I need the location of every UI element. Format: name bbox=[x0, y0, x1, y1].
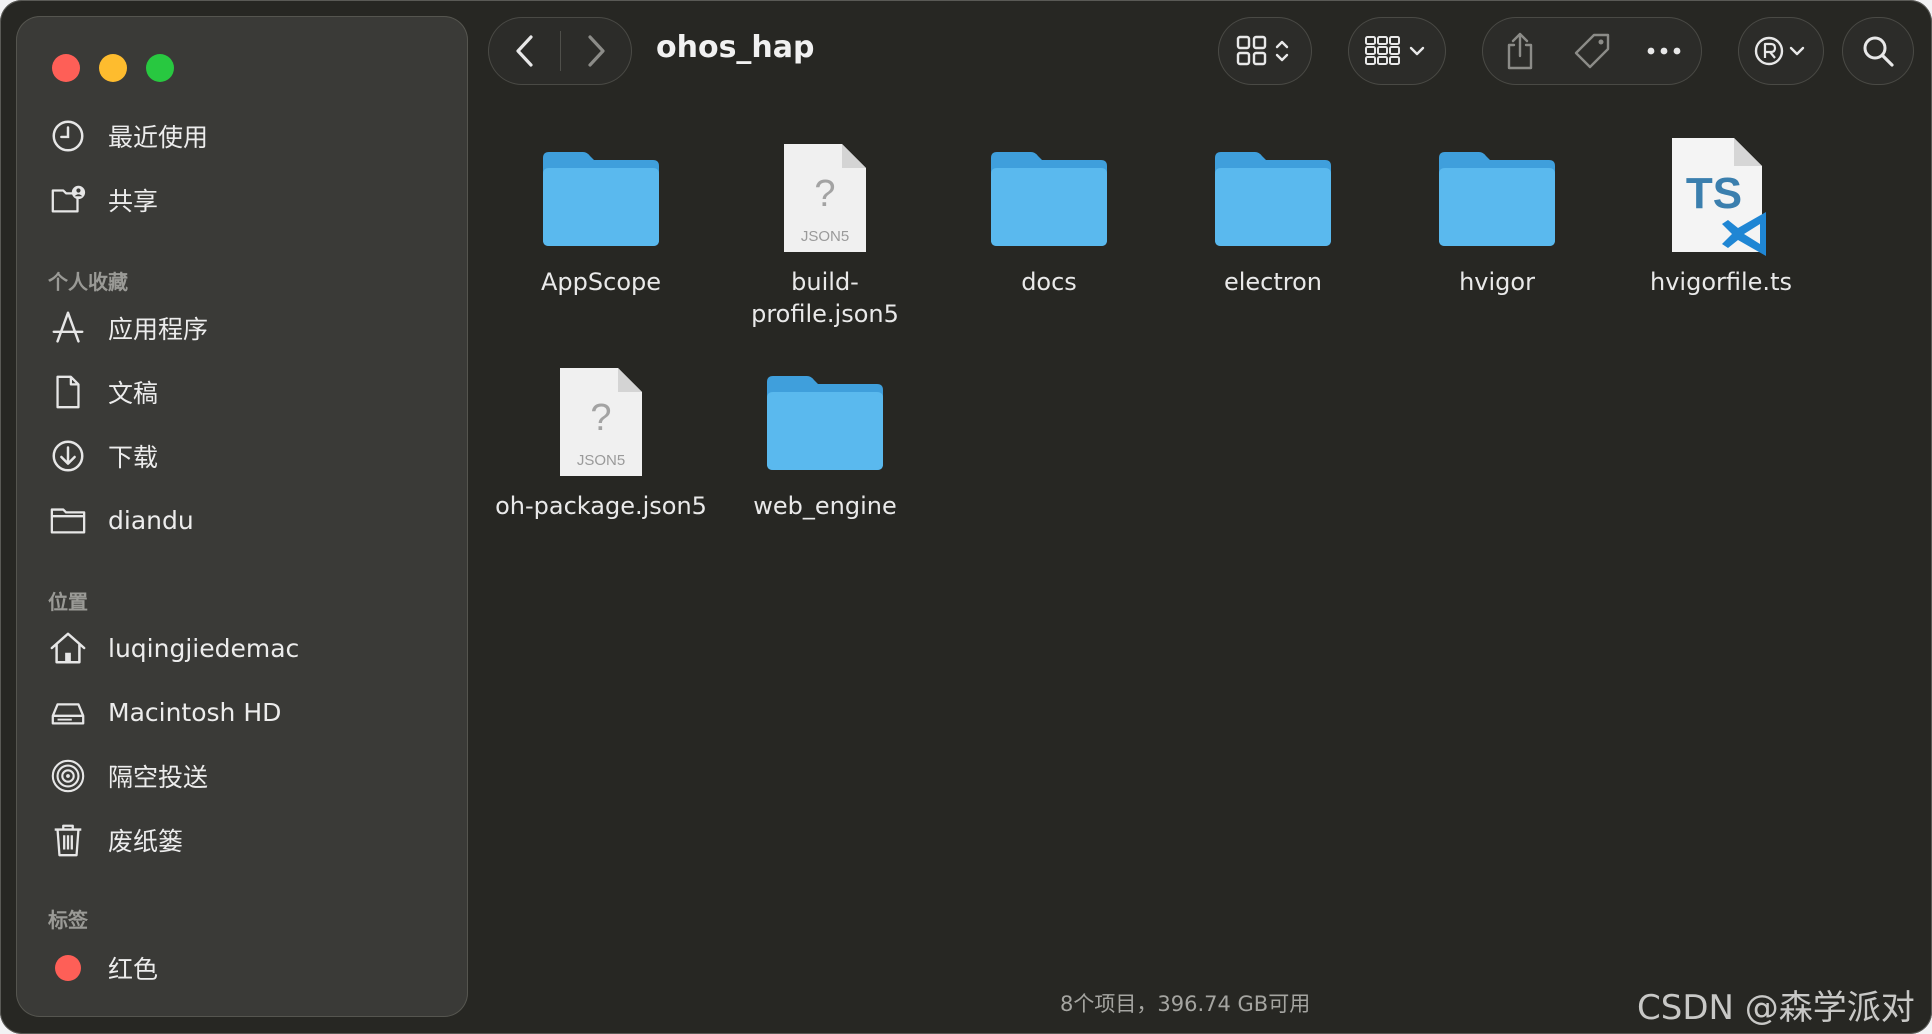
file-name: AppScope bbox=[541, 268, 661, 296]
folder-icon bbox=[767, 376, 883, 470]
sidebar-item-diandu[interactable]: diandu bbox=[46, 496, 446, 544]
file-item-hvigorfile[interactable]: TS hvigorfile.ts bbox=[1611, 138, 1831, 298]
ellipsis-icon bbox=[1647, 47, 1681, 55]
clock-icon bbox=[46, 114, 90, 158]
folder-icon bbox=[1439, 152, 1555, 246]
file-name: hvigor bbox=[1459, 268, 1535, 296]
file-item-electron[interactable]: electron bbox=[1163, 138, 1383, 298]
navigation-group bbox=[488, 17, 632, 85]
share-icon bbox=[1507, 32, 1533, 70]
finder-window: 最近使用 共享 个人收藏 应用程序 文稿 下载 diandu 位置 luqing… bbox=[0, 0, 1932, 1034]
folder-icon bbox=[46, 498, 90, 542]
file-badge: JSON5 bbox=[801, 228, 849, 245]
file-badge: JSON5 bbox=[577, 452, 625, 469]
tags-header: 标签 bbox=[48, 908, 88, 932]
sidebar-item-label: 最近使用 bbox=[108, 123, 209, 152]
close-window-button[interactable] bbox=[52, 54, 80, 82]
file-item-docs[interactable]: docs bbox=[939, 138, 1159, 298]
share-button[interactable] bbox=[1484, 17, 1556, 85]
typescript-file-icon: TS bbox=[1672, 138, 1766, 256]
window-title: ohos_hap bbox=[656, 30, 815, 65]
sidebar-item-shared[interactable]: 共享 bbox=[46, 176, 446, 224]
registered-extension-icon bbox=[1754, 36, 1805, 66]
sidebar-item-documents[interactable]: 文稿 bbox=[46, 368, 446, 416]
svg-text:?: ? bbox=[590, 397, 611, 439]
drive-icon bbox=[46, 690, 90, 734]
sidebar-item-home[interactable]: luqingjiedemac bbox=[46, 624, 446, 672]
file-name: web_engine bbox=[753, 492, 897, 520]
sidebar-item-label: Macintosh HD bbox=[108, 697, 282, 727]
file-badge: TS bbox=[1686, 169, 1742, 218]
file-name: build-profile.json5 bbox=[751, 268, 899, 328]
svg-text:?: ? bbox=[814, 173, 835, 215]
view-mode-button[interactable] bbox=[1218, 17, 1312, 85]
sidebar-item-label: diandu bbox=[108, 505, 194, 535]
sidebar-item-macintosh-hd[interactable]: Macintosh HD bbox=[46, 688, 446, 736]
sidebar-item-label: 隔空投送 bbox=[108, 763, 209, 792]
file-item-hvigor[interactable]: hvigor bbox=[1387, 138, 1607, 298]
airdrop-icon bbox=[46, 754, 90, 798]
sidebar-item-downloads[interactable]: 下载 bbox=[46, 432, 446, 480]
action-group bbox=[1482, 17, 1702, 85]
group-by-icon bbox=[1365, 36, 1425, 65]
minimize-window-button[interactable] bbox=[99, 54, 127, 82]
sidebar-item-applications[interactable]: 应用程序 bbox=[46, 304, 446, 352]
back-button[interactable] bbox=[490, 17, 560, 85]
json5-file-icon: ? JSON5 bbox=[560, 368, 642, 476]
forward-button[interactable] bbox=[561, 17, 631, 85]
file-item-oh-package[interactable]: ? JSON5 oh-package.json5 bbox=[491, 362, 711, 522]
sidebar-item-label: 共享 bbox=[108, 187, 159, 216]
status-bar: 8个项目，396.74 GB可用 bbox=[1060, 992, 1311, 1016]
extension-button[interactable] bbox=[1738, 17, 1824, 85]
sidebar-item-label: 废纸篓 bbox=[108, 827, 184, 856]
chevron-left-icon bbox=[515, 35, 533, 67]
sidebar-item-airdrop[interactable]: 隔空投送 bbox=[46, 752, 446, 800]
home-icon bbox=[46, 626, 90, 670]
watermark: CSDN @森学派对 bbox=[1637, 988, 1915, 1028]
apps-icon bbox=[46, 306, 90, 350]
file-name: docs bbox=[1021, 268, 1077, 296]
trash-icon bbox=[46, 818, 90, 862]
sidebar-item-label: 红色 bbox=[108, 955, 159, 984]
sidebar-item-recents[interactable]: 最近使用 bbox=[46, 112, 446, 160]
download-icon bbox=[46, 434, 90, 478]
file-item-appscope[interactable]: AppScope bbox=[491, 138, 711, 298]
search-icon bbox=[1863, 36, 1894, 67]
file-item-build-profile[interactable]: ? JSON5 build-profile.json5 bbox=[715, 138, 935, 330]
locations-header: 位置 bbox=[48, 590, 88, 614]
sidebar-item-tag-red[interactable]: 红色 bbox=[46, 944, 446, 992]
search-button[interactable] bbox=[1842, 17, 1914, 85]
sidebar: 最近使用 共享 个人收藏 应用程序 文稿 下载 diandu 位置 luqing… bbox=[16, 16, 468, 1017]
zoom-window-button[interactable] bbox=[146, 54, 174, 82]
file-name: hvigorfile.ts bbox=[1650, 268, 1792, 296]
sidebar-item-trash[interactable]: 废纸篓 bbox=[46, 816, 446, 864]
sidebar-item-label: luqingjiedemac bbox=[108, 633, 300, 663]
icon-grid-view-icon bbox=[1236, 35, 1289, 66]
file-name: oh-package.json5 bbox=[495, 492, 707, 520]
tag-button[interactable] bbox=[1556, 17, 1628, 85]
group-by-button[interactable] bbox=[1348, 17, 1446, 85]
folder-icon bbox=[1215, 152, 1331, 246]
file-name: electron bbox=[1223, 268, 1323, 296]
json5-file-icon: ? JSON5 bbox=[784, 144, 866, 252]
sidebar-item-label: 文稿 bbox=[108, 379, 159, 408]
more-button[interactable] bbox=[1628, 17, 1700, 85]
sidebar-item-label: 下载 bbox=[108, 443, 159, 472]
tag-icon bbox=[1574, 33, 1610, 69]
file-item-web-engine[interactable]: web_engine bbox=[715, 362, 935, 522]
sidebar-item-label: 应用程序 bbox=[108, 315, 209, 344]
favorites-header: 个人收藏 bbox=[48, 270, 128, 294]
chevron-right-icon bbox=[587, 35, 605, 67]
folder-icon bbox=[991, 152, 1107, 246]
tag-red-dot-icon bbox=[46, 946, 90, 990]
folder-icon bbox=[543, 152, 659, 246]
shared-folder-icon bbox=[46, 178, 90, 222]
document-icon bbox=[46, 370, 90, 414]
